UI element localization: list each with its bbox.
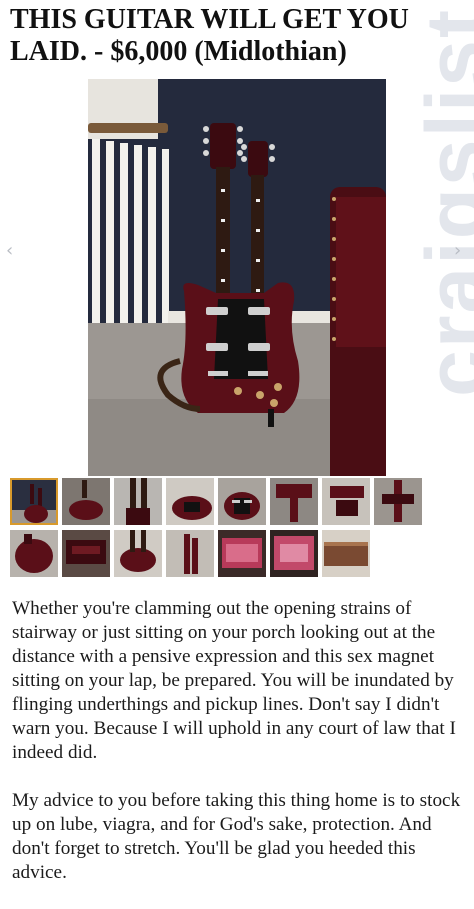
thumbnail-2[interactable] bbox=[62, 478, 110, 525]
description-paragraph-1: Whether you're clamming out the opening … bbox=[12, 598, 456, 763]
thumbnail-1[interactable] bbox=[10, 478, 58, 525]
next-image-chevron-icon[interactable]: › bbox=[454, 240, 461, 261]
thumbnail-5[interactable] bbox=[218, 478, 266, 525]
thumbnail-7[interactable] bbox=[322, 478, 370, 525]
craigslist-watermark: craigslist bbox=[390, 0, 474, 540]
main-listing-photo[interactable] bbox=[88, 79, 386, 476]
listing-description: Whether you're clamming out the opening … bbox=[12, 597, 464, 909]
thumbnail-3[interactable] bbox=[114, 478, 162, 525]
thumbnail-12[interactable] bbox=[166, 530, 214, 577]
thumbnail-4[interactable] bbox=[166, 478, 214, 525]
guitar-photo-image bbox=[88, 79, 386, 476]
prev-image-chevron-icon[interactable]: ‹ bbox=[6, 240, 13, 261]
thumbnail-14[interactable] bbox=[270, 530, 318, 577]
thumbnail-13[interactable] bbox=[218, 530, 266, 577]
thumbnail-gallery bbox=[10, 478, 422, 578]
thumbnail-11[interactable] bbox=[114, 530, 162, 577]
thumbnail-9[interactable] bbox=[10, 530, 58, 577]
thumbnail-15[interactable] bbox=[322, 530, 370, 577]
thumbnail-10[interactable] bbox=[62, 530, 110, 577]
description-paragraph-2: My advice to you before taking this thin… bbox=[12, 790, 461, 883]
listing-title: THIS GUITAR WILL GET YOU LAID. - $6,000 … bbox=[10, 4, 409, 67]
thumbnail-8[interactable] bbox=[374, 478, 422, 525]
thumbnail-6[interactable] bbox=[270, 478, 318, 525]
